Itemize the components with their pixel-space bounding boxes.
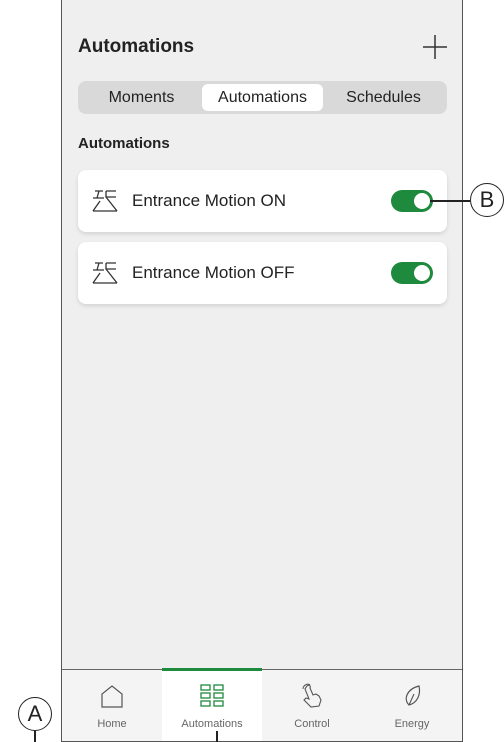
page-title: Automations (78, 36, 195, 57)
phone-screen: Automations Moments Automations Schedule… (61, 0, 463, 742)
tab-label: Control (294, 718, 330, 730)
automation-card-entrance-motion-off[interactable]: Entrance Motion OFF (78, 242, 447, 304)
automation-label: Entrance Motion ON (132, 191, 287, 210)
tab-schedules[interactable]: Schedules (323, 84, 444, 111)
tab-energy[interactable]: Energy (362, 670, 462, 741)
grid-icon (200, 684, 224, 707)
tab-home[interactable]: Home (62, 670, 162, 741)
tab-label: Energy (394, 718, 430, 730)
callout-a-leader (34, 731, 36, 742)
section-heading: Automations (78, 135, 170, 152)
tab-label: Automations (181, 718, 243, 730)
hand-pointer-icon (302, 683, 322, 708)
automation-toggle[interactable] (391, 190, 433, 212)
bottom-tab-bar: Home Automations Control Energy (62, 668, 462, 741)
toggle-knob (414, 193, 430, 209)
motion-sensor-icon (92, 262, 118, 284)
tab-automations[interactable]: Automations (202, 84, 323, 111)
automation-label: Entrance Motion OFF (132, 263, 295, 282)
motion-sensor-icon (92, 190, 118, 212)
tab-label: Home (97, 718, 127, 730)
tab-marker-line (216, 731, 218, 742)
callout-b-leader (430, 200, 470, 202)
tab-automations-nav[interactable]: Automations (162, 668, 262, 741)
home-icon (101, 685, 123, 708)
automation-toggle[interactable] (391, 262, 433, 284)
segmented-control: Moments Automations Schedules (78, 81, 447, 114)
header: Automations (62, 0, 462, 80)
leaf-icon (405, 685, 421, 706)
callout-b: B (470, 183, 504, 217)
tab-control[interactable]: Control (262, 670, 362, 741)
tab-moments[interactable]: Moments (81, 84, 202, 111)
toggle-knob (414, 265, 430, 281)
active-tab-indicator (162, 668, 262, 671)
automation-card-entrance-motion-on[interactable]: Entrance Motion ON (78, 170, 447, 232)
plus-icon[interactable] (420, 32, 450, 62)
callout-a: A (18, 697, 52, 731)
